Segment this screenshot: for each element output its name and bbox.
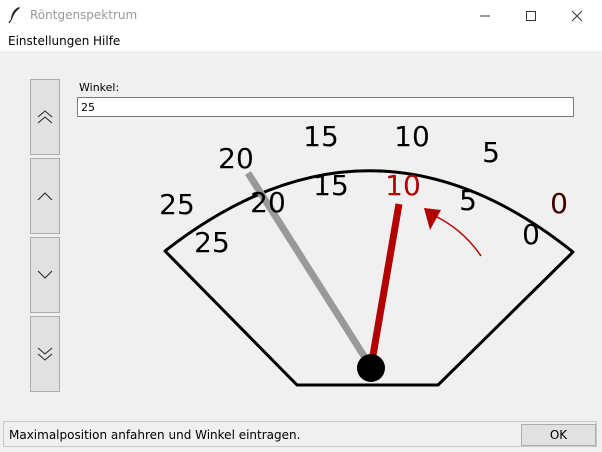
inner-label: 5 <box>459 184 477 217</box>
inner-label: 0 <box>522 218 540 251</box>
outer-label: 25 <box>159 188 195 221</box>
goniometer-gauge: 25 20 15 10 5 0 25 20 15 10 5 0 <box>159 120 575 387</box>
needle-pivot <box>357 354 385 382</box>
outer-label: 20 <box>218 142 254 175</box>
inner-label: 20 <box>250 186 286 219</box>
inner-label-highlight: 10 <box>385 169 421 202</box>
status-message: Maximalposition anfahren und Winkel eint… <box>9 428 301 442</box>
inner-label: 15 <box>313 169 349 202</box>
outer-label: 5 <box>482 136 500 169</box>
outer-label: 10 <box>394 120 430 153</box>
gauge-body <box>163 169 575 387</box>
red-needle <box>367 203 403 368</box>
status-bar: Maximalposition anfahren und Winkel eint… <box>3 421 597 447</box>
rotation-arrow-head <box>424 208 441 230</box>
outer-label: 15 <box>303 120 339 153</box>
rotation-arrow <box>430 213 482 257</box>
inner-label: 25 <box>194 226 230 259</box>
outer-label: 0 <box>550 187 568 220</box>
ok-button[interactable]: OK <box>521 424 596 446</box>
